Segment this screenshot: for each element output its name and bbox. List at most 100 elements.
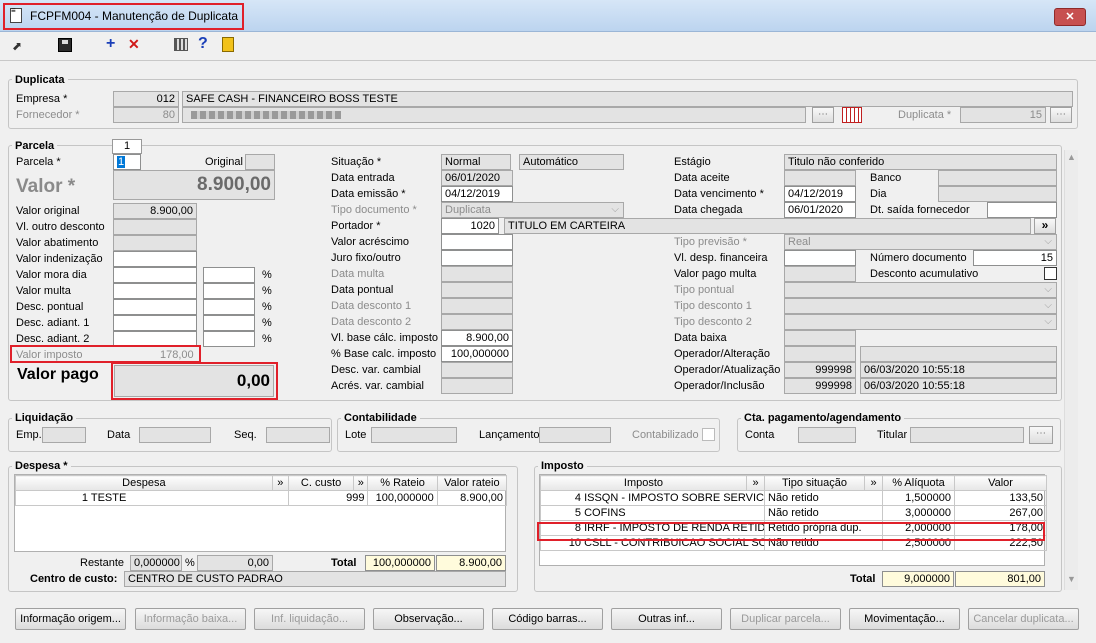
original-label: Original xyxy=(205,156,243,168)
imposto-expand-header[interactable]: » xyxy=(746,475,765,491)
fornecedor-lookup-button[interactable]: ⋯ xyxy=(812,107,834,123)
imposto-table-area: Imposto » Tipo situação » % Alíquota Val… xyxy=(539,474,1047,566)
data-chegada-label: Data chegada xyxy=(674,204,743,216)
multa-pct-field[interactable] xyxy=(203,283,255,299)
exit-door-icon[interactable] xyxy=(222,37,234,52)
add-icon[interactable]: + xyxy=(106,35,115,53)
adiant2-pct-field[interactable] xyxy=(203,331,255,347)
tipo-situacao-header[interactable]: Tipo situação xyxy=(764,475,865,491)
table-row[interactable]: 4 ISSQN - IMPOSTO SOBRE SERVICO D Não re… xyxy=(540,490,1047,506)
help-icon[interactable]: ? xyxy=(198,35,208,53)
valor-abatimento-field xyxy=(113,235,197,251)
estagio-label: Estágio xyxy=(674,156,711,168)
valor-indenizacao-field[interactable] xyxy=(113,251,197,267)
portador-name-field: TITULO EM CARTEIRA xyxy=(504,218,1031,234)
restante-label: Restante xyxy=(80,557,125,569)
portador-lookup-button[interactable]: » xyxy=(1034,218,1056,234)
duplicata-lookup-button[interactable]: ⋯ xyxy=(1050,107,1072,123)
vl-desp-financeira-field[interactable] xyxy=(784,250,856,266)
save-icon[interactable] xyxy=(58,38,72,52)
valor-header[interactable]: Valor xyxy=(954,475,1047,491)
pointer-icon[interactable]: ⬈ xyxy=(12,39,24,53)
ccusto-expand-header[interactable]: » xyxy=(353,475,369,491)
operador-alteracao-code xyxy=(784,346,856,362)
tipo-desconto2-label: Tipo desconto 2 xyxy=(674,316,752,328)
imposto-header[interactable]: Imposto xyxy=(540,475,747,491)
despesa-table-area: Despesa » C. custo » % Rateio Valor rate… xyxy=(14,474,508,552)
ccusto-header[interactable]: C. custo xyxy=(287,475,355,491)
valor-mora-dia-field[interactable] xyxy=(113,267,197,283)
despesa-num: 1 xyxy=(81,492,88,504)
imposto-total-val: 801,00 xyxy=(955,571,1045,587)
data-baixa-label: Data baixa xyxy=(674,332,727,344)
operador-atualizacao-date: 06/03/2020 10:55:18 xyxy=(860,362,1057,378)
codigo-barras-button[interactable]: Código barras... xyxy=(492,608,603,630)
observacao-button[interactable]: Observação... xyxy=(373,608,484,630)
table-row[interactable]: 1 TESTE 999 100,000000 8.900,00 xyxy=(15,490,508,506)
juro-fixo-label: Juro fixo/outro xyxy=(331,252,401,264)
situacao-label: Situação * xyxy=(331,156,382,168)
fornecedor-code-field: 80 xyxy=(113,107,179,123)
cta-pagamento-title: Cta. pagamento/agendamento xyxy=(741,411,905,425)
situacao-field: Normal xyxy=(441,154,511,170)
portador-code-field[interactable]: 1020 xyxy=(441,218,499,234)
calculator-icon[interactable] xyxy=(174,38,188,51)
mora-pct-field[interactable] xyxy=(203,267,255,283)
close-button[interactable]: ✕ xyxy=(1054,8,1086,26)
tipo-pontual-select[interactable] xyxy=(784,282,1057,298)
banco-field xyxy=(938,170,1057,186)
data-vencimento-field[interactable]: 04/12/2019 xyxy=(784,186,856,202)
pontual-pct-field[interactable] xyxy=(203,299,255,315)
outras-inf-button[interactable]: Outras inf... xyxy=(611,608,722,630)
pct-base-field[interactable]: 100,000000 xyxy=(441,346,513,362)
rateio-header[interactable]: % Rateio xyxy=(367,475,438,491)
desc-pontual-label: Desc. pontual xyxy=(16,301,84,313)
scroll-down-icon[interactable]: ▼ xyxy=(1067,574,1076,584)
valor-multa-field[interactable] xyxy=(113,283,197,299)
operador-atualizacao-code: 999998 xyxy=(784,362,856,378)
desc-adiant1-field[interactable] xyxy=(113,315,197,331)
parcela-field[interactable]: 1 xyxy=(113,154,141,170)
informacao-origem-button[interactable]: Informação origem... xyxy=(15,608,126,630)
data-chegada-field[interactable]: 06/01/2020 xyxy=(784,202,856,218)
despesa-expand-header[interactable]: » xyxy=(271,475,290,491)
table-row[interactable]: 5 COFINS Não retido 3,000000 267,00 xyxy=(540,505,1047,521)
vl-base-field[interactable]: 8.900,00 xyxy=(441,330,513,346)
dt-saida-field[interactable] xyxy=(987,202,1057,218)
tipo-previsao-select[interactable]: Real xyxy=(784,234,1057,250)
valor-acrescimo-label: Valor acréscimo xyxy=(331,236,410,248)
imposto-num: 4 xyxy=(574,492,581,504)
acres-var-cambial-label: Acrés. var. cambial xyxy=(331,380,424,392)
adiant1-pct-field[interactable] xyxy=(203,315,255,331)
tipo-desconto2-select[interactable] xyxy=(784,314,1057,330)
multa-pct-label: % xyxy=(262,285,272,297)
titular-lookup-button[interactable]: ⋯ xyxy=(1029,426,1053,444)
data-vencimento-label: Data vencimento * xyxy=(674,188,764,200)
informacao-baixa-button[interactable]: Informação baixa... xyxy=(135,608,246,630)
valor-acrescimo-field[interactable] xyxy=(441,234,513,250)
inf-liquidacao-button[interactable]: Inf. liquidação... xyxy=(254,608,365,630)
desconto-acumulativo-checkbox[interactable] xyxy=(1044,267,1057,280)
vertical-scrollbar[interactable]: ▲ ▼ xyxy=(1064,150,1078,590)
data-emissao-field[interactable]: 04/12/2019 xyxy=(441,186,513,202)
parcela-tab[interactable]: 1 xyxy=(112,139,142,154)
conta-label: Conta xyxy=(745,429,775,441)
scroll-up-icon[interactable]: ▲ xyxy=(1067,152,1076,162)
valor-rateio-header[interactable]: Valor rateio xyxy=(436,475,508,491)
movimentacao-button[interactable]: Movimentação... xyxy=(849,608,960,630)
despesa-header[interactable]: Despesa xyxy=(15,475,273,491)
desc-pontual-field[interactable] xyxy=(113,299,197,315)
numero-documento-field[interactable]: 15 xyxy=(973,250,1057,266)
parcela-group-title: Parcela xyxy=(12,139,58,153)
delete-icon[interactable]: ✕ xyxy=(128,36,140,53)
tipo-pontual-label: Tipo pontual xyxy=(674,284,735,296)
tipo-desconto1-select[interactable] xyxy=(784,298,1057,314)
contabilizado-checkbox[interactable] xyxy=(702,428,715,441)
calendar-icon[interactable] xyxy=(842,107,862,123)
duplicar-parcela-button[interactable]: Duplicar parcela... xyxy=(730,608,841,630)
cancelar-duplicata-button[interactable]: Cancelar duplicata... xyxy=(968,608,1079,630)
aliquota-header[interactable]: % Alíquota xyxy=(882,475,955,491)
tipo-documento-select[interactable]: Duplicata xyxy=(441,202,624,218)
tipo-situacao-expand-header[interactable]: » xyxy=(864,475,883,491)
juro-fixo-field[interactable] xyxy=(441,250,513,266)
